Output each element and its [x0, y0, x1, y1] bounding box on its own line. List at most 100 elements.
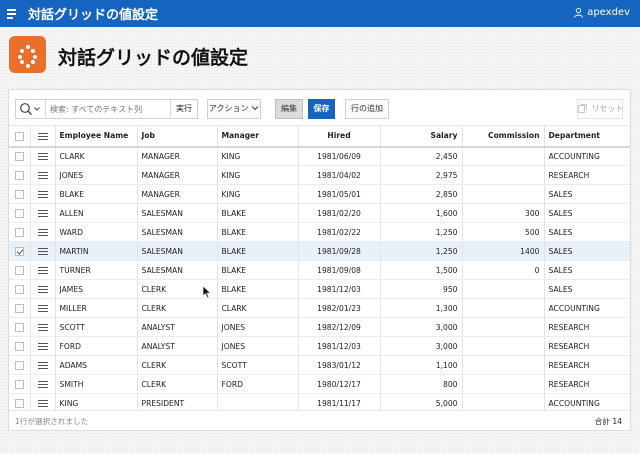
cell-job[interactable]: MANAGER: [137, 146, 218, 166]
cell-commission[interactable]: [462, 184, 545, 204]
cell-job[interactable]: MANAGER: [137, 184, 218, 204]
row-select-checkbox[interactable]: [9, 184, 31, 204]
row-actions-menu-icon[interactable]: [30, 241, 56, 261]
row-select-checkbox[interactable]: [9, 279, 31, 299]
table-row[interactable]: ADAMS CLERK SCOTT 1983/01/12 1,100 RESEARCH: [9, 355, 630, 375]
cell-job[interactable]: SALESMAN: [137, 260, 218, 280]
row-select-checkbox[interactable]: [9, 146, 31, 166]
cell-hired[interactable]: 1981/05/01: [298, 184, 381, 204]
cell-salary[interactable]: 800: [380, 374, 463, 394]
cell-manager[interactable]: BLAKE: [217, 279, 299, 299]
row-select-checkbox[interactable]: [9, 298, 31, 318]
cell-salary[interactable]: 1,250: [380, 241, 463, 261]
row-actions-menu-icon[interactable]: [30, 317, 56, 337]
cell-salary[interactable]: 3,000: [380, 317, 463, 337]
row-select-checkbox[interactable]: [9, 203, 31, 223]
row-actions-menu-icon[interactable]: [30, 146, 56, 166]
cell-manager[interactable]: CLARK: [217, 298, 299, 318]
column-header-manager[interactable]: Manager: [217, 125, 299, 148]
row-actions-menu-icon[interactable]: [30, 260, 56, 280]
user-menu[interactable]: apexdev: [573, 7, 630, 18]
cell-job[interactable]: CLERK: [137, 374, 218, 394]
cell-manager[interactable]: BLAKE: [217, 222, 299, 242]
row-actions-menu-icon[interactable]: [30, 374, 56, 394]
cell-manager[interactable]: BLAKE: [217, 203, 299, 223]
go-button[interactable]: 実行: [170, 100, 197, 118]
cell-hired[interactable]: 1980/12/17: [298, 374, 381, 394]
cell-hired[interactable]: 1981/09/08: [298, 260, 381, 280]
row-select-checkbox[interactable]: [9, 241, 31, 261]
cell-commission[interactable]: [462, 165, 545, 185]
row-actions-menu-icon[interactable]: [30, 336, 56, 356]
table-row[interactable]: MILLER CLERK CLARK 1982/01/23 1,300 ACCOUNTIN…: [9, 298, 630, 318]
cell-commission[interactable]: [462, 279, 545, 299]
cell-hired[interactable]: 1981/12/03: [298, 336, 381, 356]
column-header-employee-name[interactable]: Employee Name: [55, 125, 138, 148]
select-all-checkbox[interactable]: [9, 125, 31, 148]
cell-department[interactable]: ACCOUNTING: [544, 298, 630, 318]
cell-commission[interactable]: 1400: [462, 241, 545, 261]
cell-employee-name[interactable]: JONES: [55, 165, 138, 185]
hamburger-menu-icon[interactable]: [6, 5, 22, 21]
actions-menu-button[interactable]: アクション: [207, 99, 261, 119]
table-row[interactable]: JAMES CLERK BLAKE 1981/12/03 950 SALES: [9, 279, 630, 299]
cell-manager[interactable]: KING: [217, 146, 299, 166]
cell-job[interactable]: ANALYST: [137, 336, 218, 356]
cell-salary[interactable]: 3,000: [380, 336, 463, 356]
row-actions-menu-icon[interactable]: [30, 298, 56, 318]
cell-commission[interactable]: [462, 336, 545, 356]
cell-commission[interactable]: [462, 374, 545, 394]
row-select-checkbox[interactable]: [9, 355, 31, 375]
cell-employee-name[interactable]: FORD: [55, 336, 138, 356]
row-select-checkbox[interactable]: [9, 393, 31, 410]
cell-department[interactable]: SALES: [544, 241, 630, 261]
table-row[interactable]: SMITH CLERK FORD 1980/12/17 800 RESEARCH: [9, 374, 630, 394]
cell-commission[interactable]: [462, 146, 545, 166]
cell-manager[interactable]: BLAKE: [217, 241, 299, 261]
cell-employee-name[interactable]: SCOTT: [55, 317, 138, 337]
row-actions-menu-icon[interactable]: [30, 222, 56, 242]
row-select-checkbox[interactable]: [9, 317, 31, 337]
cell-hired[interactable]: 1981/02/20: [298, 203, 381, 223]
table-row[interactable]: KING PRESIDENT 1981/11/17 5,000 ACCOUNTING: [9, 393, 630, 410]
table-row[interactable]: CLARK MANAGER KING 1981/06/09 2,450 ACCOUNTIN…: [9, 146, 630, 166]
cell-department[interactable]: SALES: [544, 222, 630, 242]
cell-manager[interactable]: FORD: [217, 374, 299, 394]
cell-department[interactable]: RESEARCH: [544, 374, 630, 394]
cell-department[interactable]: RESEARCH: [544, 355, 630, 375]
cell-department[interactable]: SALES: [544, 260, 630, 280]
cell-hired[interactable]: 1981/06/09: [298, 146, 381, 166]
cell-commission[interactable]: 0: [462, 260, 545, 280]
cell-department[interactable]: ACCOUNTING: [544, 146, 630, 166]
cell-commission[interactable]: 500: [462, 222, 545, 242]
cell-salary[interactable]: 1,600: [380, 203, 463, 223]
app-title[interactable]: 対話グリッドの値設定: [28, 4, 158, 23]
cell-department[interactable]: ACCOUNTING: [544, 393, 630, 410]
cell-employee-name[interactable]: KING: [55, 393, 138, 410]
cell-job[interactable]: SALESMAN: [137, 241, 218, 261]
add-row-button[interactable]: 行の追加: [345, 99, 389, 119]
cell-employee-name[interactable]: JAMES: [55, 279, 138, 299]
cell-hired[interactable]: 1981/09/28: [298, 241, 381, 261]
cell-salary[interactable]: 1,250: [380, 222, 463, 242]
cell-job[interactable]: SALESMAN: [137, 203, 218, 223]
cell-department[interactable]: SALES: [544, 203, 630, 223]
row-select-checkbox[interactable]: [9, 260, 31, 280]
cell-hired[interactable]: 1983/01/12: [298, 355, 381, 375]
cell-department[interactable]: RESEARCH: [544, 165, 630, 185]
cell-employee-name[interactable]: ADAMS: [55, 355, 138, 375]
cell-employee-name[interactable]: TURNER: [55, 260, 138, 280]
cell-manager[interactable]: [217, 393, 299, 410]
cell-department[interactable]: SALES: [544, 184, 630, 204]
table-row[interactable]: JONES MANAGER KING 1981/04/02 2,975 RESEARCH: [9, 165, 630, 185]
cell-salary[interactable]: 2,850: [380, 184, 463, 204]
cell-commission[interactable]: 300: [462, 203, 545, 223]
cell-commission[interactable]: [462, 393, 545, 410]
cell-salary[interactable]: 1,500: [380, 260, 463, 280]
row-actions-menu-icon[interactable]: [30, 279, 56, 299]
row-actions-menu-icon[interactable]: [30, 165, 56, 185]
cell-hired[interactable]: 1981/04/02: [298, 165, 381, 185]
cell-manager[interactable]: JONES: [217, 336, 299, 356]
cell-manager[interactable]: KING: [217, 184, 299, 204]
table-row[interactable]: BLAKE MANAGER KING 1981/05/01 2,850 SALES: [9, 184, 630, 204]
